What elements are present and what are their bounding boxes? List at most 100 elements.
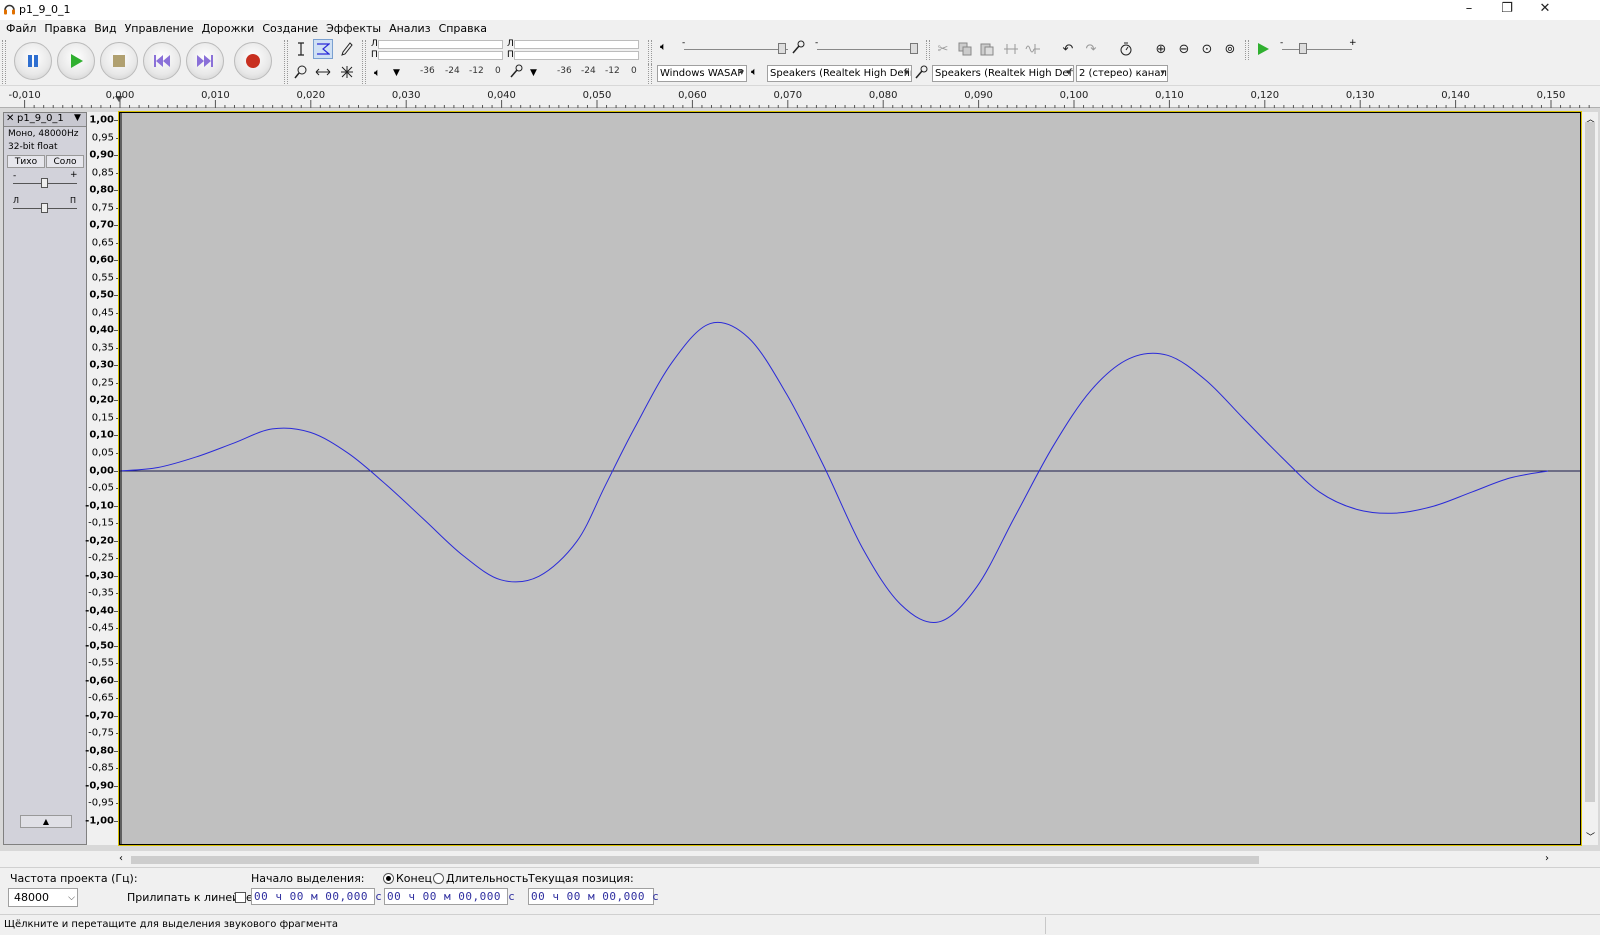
recording-device-select[interactable]: Speakers (Realtek High Definit ▾ xyxy=(932,65,1074,82)
silence-button[interactable] xyxy=(1023,39,1043,59)
speaker-icon[interactable]: 🔈︎ xyxy=(374,66,381,80)
toolbar-grip[interactable] xyxy=(362,40,366,84)
host-select[interactable]: Windows WASAP ▾ xyxy=(657,65,747,82)
menu-help[interactable]: Справка xyxy=(435,20,491,37)
chevron-down-icon[interactable]: ▼ xyxy=(530,68,537,78)
playback-meter-right[interactable] xyxy=(378,51,503,60)
skip-start-button[interactable] xyxy=(143,42,181,80)
mute-button[interactable]: Тихо xyxy=(7,155,45,168)
track-name-bar[interactable]: ✕ p1_9_0_1 ▼ xyxy=(4,113,86,127)
vertical-scrollbar[interactable]: ︿ ﹀ xyxy=(1582,112,1598,845)
ruler-label: 0,010 xyxy=(201,90,230,101)
close-button[interactable]: ✕ xyxy=(1526,0,1564,20)
timeshift-tool-button[interactable] xyxy=(313,62,333,82)
toolbar-grip[interactable] xyxy=(926,40,930,60)
menu-file[interactable]: Файл xyxy=(0,20,40,37)
scroll-down-icon[interactable]: ﹀ xyxy=(1586,830,1595,843)
playback-volume-slider[interactable] xyxy=(684,49,788,50)
draw-tool-button[interactable] xyxy=(337,39,357,59)
track-control-panel[interactable]: ✕ p1_9_0_1 ▼ Моно, 48000Hz 32-bit float … xyxy=(3,112,87,845)
microphone-icon[interactable] xyxy=(510,64,524,81)
zoom-in-button[interactable]: ⊕ xyxy=(1151,39,1171,59)
amplitude-ruler[interactable]: 1,00 0,95 0,90 0,85 0,80 0,75 0,70 0,65 0,60 0,55… xyxy=(85,112,119,845)
minimize-button[interactable]: – xyxy=(1450,0,1488,20)
stop-button[interactable] xyxy=(100,42,138,80)
menu-transport[interactable]: Управление xyxy=(121,20,198,37)
menu-effects[interactable]: Эффекты xyxy=(322,20,385,37)
gain-slider-thumb[interactable] xyxy=(41,178,48,188)
fit-project-button[interactable]: ⊚ xyxy=(1220,39,1240,59)
menu-generate[interactable]: Создание xyxy=(258,20,322,37)
collapse-track-button[interactable]: ▲ xyxy=(20,815,72,828)
amplitude-tick xyxy=(116,698,118,700)
playback-device-select[interactable]: Speakers (Realtek High Definit ▾ xyxy=(767,65,912,82)
toolbar-grip[interactable] xyxy=(648,64,652,84)
record-meter-right[interactable] xyxy=(514,51,639,60)
horizontal-scroll-thumb[interactable] xyxy=(131,856,1259,864)
restore-button[interactable]: ❐ xyxy=(1488,0,1526,20)
waveform-canvas[interactable] xyxy=(118,111,1582,846)
amplitude-tick xyxy=(116,488,118,490)
menu-bar: Файл Правка Вид Управление Дорожки Создание Эф… xyxy=(0,20,1600,38)
slider-thumb[interactable] xyxy=(1299,43,1307,54)
amplitude-tick xyxy=(116,733,118,735)
skip-end-button[interactable] xyxy=(186,42,224,80)
amplitude-label: 0,30 xyxy=(89,359,114,371)
waveform-line[interactable] xyxy=(120,321,1549,624)
vertical-scroll-thumb[interactable] xyxy=(1585,122,1595,802)
microphone-icon xyxy=(792,40,806,57)
horizontal-scrollbar[interactable]: ‹ › xyxy=(119,853,1581,867)
play-speed-slider[interactable] xyxy=(1282,49,1352,50)
multi-tool-button[interactable] xyxy=(337,62,357,82)
track-menu-icon[interactable]: ▼ xyxy=(74,113,81,123)
toolbar-grip[interactable] xyxy=(1245,40,1249,60)
trim-button[interactable] xyxy=(1001,39,1021,59)
envelope-tool-button[interactable] xyxy=(313,39,333,59)
cut-button[interactable]: ✂ xyxy=(933,39,953,59)
close-track-icon[interactable]: ✕ xyxy=(6,113,14,124)
project-rate-select[interactable]: 48000 ⌵ xyxy=(8,888,78,907)
zoom-tool-button[interactable] xyxy=(291,62,311,82)
undo-button[interactable]: ↶ xyxy=(1058,39,1078,59)
track-name[interactable]: p1_9_0_1 xyxy=(17,113,64,124)
sync-lock-button[interactable] xyxy=(1116,39,1136,59)
chevron-down-icon[interactable]: ▼ xyxy=(393,68,400,78)
timeline-ruler[interactable]: -0,010 0,000 0,010 0,020 0,030 0,040 0,050 0,06… xyxy=(0,86,1600,108)
toolbar-grip[interactable] xyxy=(2,40,6,84)
slider-thumb[interactable] xyxy=(910,43,918,54)
selection-end-time[interactable]: 00 ч 00 м 00,000 с xyxy=(384,888,515,905)
menu-tracks[interactable]: Дорожки xyxy=(198,20,259,37)
paste-button[interactable] xyxy=(977,39,997,59)
scroll-left-icon[interactable]: ‹ xyxy=(119,853,123,864)
pause-button[interactable] xyxy=(14,42,52,80)
menu-analyze[interactable]: Анализ xyxy=(385,20,435,37)
scroll-right-icon[interactable]: › xyxy=(1545,853,1549,864)
amplitude-label: -0,50 xyxy=(85,640,114,652)
playback-meter-left[interactable] xyxy=(378,40,503,49)
record-volume-slider[interactable] xyxy=(817,49,917,50)
snap-to-checkbox[interactable] xyxy=(235,892,246,903)
amplitude-label: -0,65 xyxy=(88,692,114,704)
selection-tool-button[interactable] xyxy=(291,39,311,59)
trim-icon xyxy=(1004,44,1018,54)
menu-edit[interactable]: Правка xyxy=(40,20,90,37)
end-radio[interactable] xyxy=(383,873,394,884)
length-radio[interactable] xyxy=(433,873,444,884)
slider-thumb[interactable] xyxy=(778,43,786,54)
audio-position-time[interactable]: 00 ч 00 м 00,000 с xyxy=(528,888,659,905)
zoom-out-button[interactable]: ⊖ xyxy=(1174,39,1194,59)
channels-select[interactable]: 2 (стерео) канал ▾ xyxy=(1076,65,1168,82)
redo-button[interactable]: ↷ xyxy=(1081,39,1101,59)
selection-start-time[interactable]: 00 ч 00 м 00,000 с xyxy=(251,888,382,905)
toolbar-grip[interactable] xyxy=(284,40,288,84)
copy-button[interactable] xyxy=(955,39,975,59)
pan-slider-thumb[interactable] xyxy=(41,203,48,213)
play-at-speed-button[interactable] xyxy=(1253,39,1273,59)
paste-icon xyxy=(980,43,994,56)
solo-button[interactable]: Соло xyxy=(46,155,84,168)
record-meter-left[interactable] xyxy=(514,40,639,49)
fit-selection-button[interactable]: ⊙ xyxy=(1197,39,1217,59)
menu-view[interactable]: Вид xyxy=(90,20,120,37)
record-button[interactable] xyxy=(234,42,272,80)
play-button[interactable] xyxy=(57,42,95,80)
